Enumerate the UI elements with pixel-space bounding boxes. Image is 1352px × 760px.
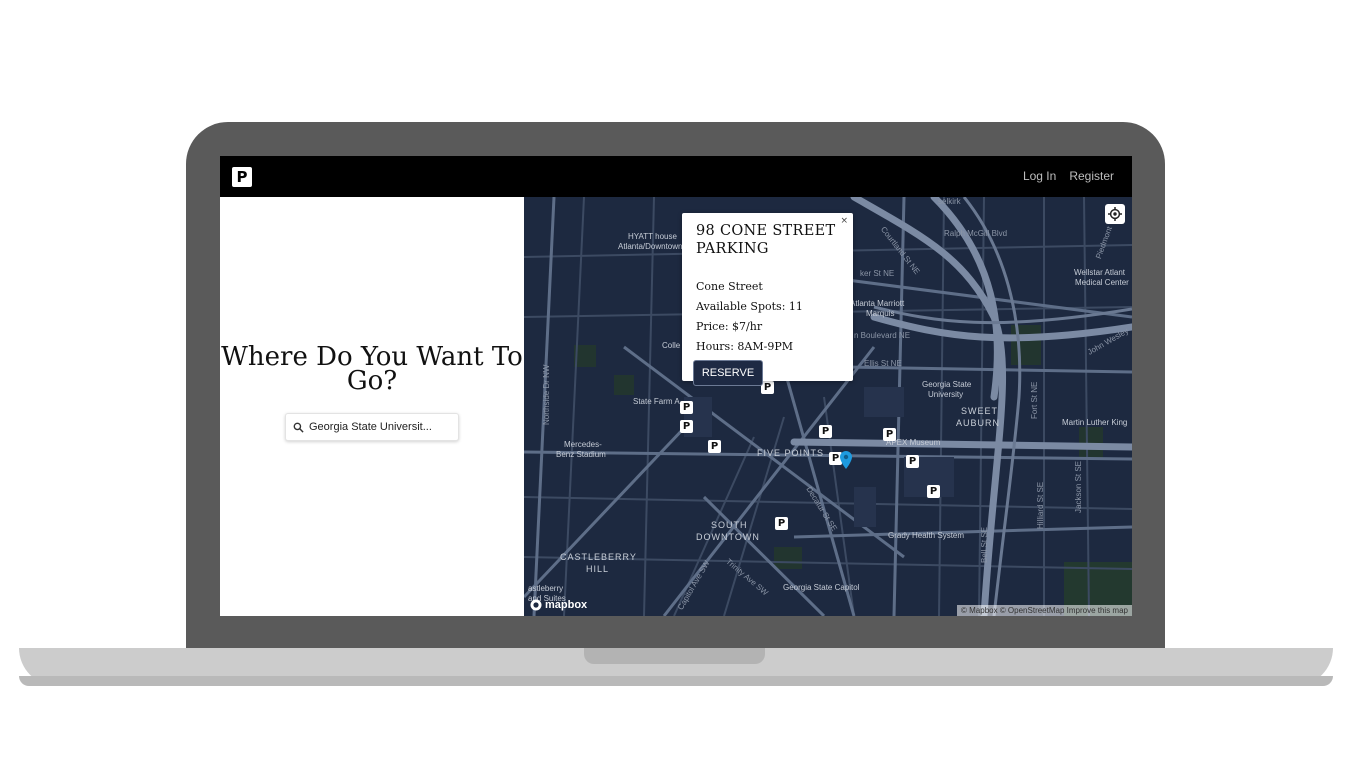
- label-downtown: DOWNTOWN: [696, 532, 760, 542]
- parking-marker[interactable]: P: [775, 517, 788, 530]
- label-sweet: SWEET: [961, 406, 999, 416]
- label-auburn: AUBURN: [956, 418, 1001, 428]
- popup-title: 98 CONE STREET PARKING: [696, 223, 836, 257]
- road-jackson: Jackson St SE: [1074, 460, 1083, 513]
- label-five-points: FIVE POINTS: [757, 448, 825, 458]
- search-panel: Where Do You Want To Go?: [220, 197, 524, 616]
- popup-street: Cone Street: [696, 280, 763, 293]
- label-state-farm: State Farm A: [633, 397, 680, 406]
- crosshair-icon: [1108, 207, 1122, 221]
- parking-marker[interactable]: P: [680, 420, 693, 433]
- mapbox-logo-text: mapbox: [545, 599, 588, 611]
- road-ralph-mcgill: Ralph McGill Blvd: [944, 229, 1008, 238]
- nav-links: Log In Register: [1023, 169, 1114, 183]
- label-colle: Colle: [662, 341, 681, 350]
- label-castleberry: CASTLEBERRY: [560, 552, 637, 562]
- popup-price: Price: $7/hr: [696, 320, 763, 333]
- parking-marker[interactable]: P: [927, 485, 940, 498]
- search-icon: [293, 422, 304, 433]
- label-mlk: Martin Luther King: [1062, 418, 1128, 427]
- label-capitol: Georgia State Capitol: [783, 583, 860, 592]
- label-mercedes: Mercedes-: [564, 440, 602, 449]
- label-gsu-2: University: [928, 390, 964, 399]
- label-wellstar-2: Medical Center: [1075, 278, 1129, 287]
- road-fort: Fort St NE: [1030, 381, 1039, 419]
- label-wellstar: Wellstar Atlant: [1074, 268, 1125, 277]
- popup-available-spots: Available Spots: 11: [696, 300, 803, 313]
- search-input[interactable]: [309, 421, 449, 433]
- navbar: P Log In Register: [220, 156, 1132, 197]
- parking-marker[interactable]: P: [819, 425, 832, 438]
- road-northside: Northside Dr NW: [542, 364, 551, 425]
- login-link[interactable]: Log In: [1023, 169, 1056, 183]
- parking-marker[interactable]: P: [906, 455, 919, 468]
- label-south: SOUTH: [711, 520, 748, 530]
- road-hilliard: Hilliard St SE: [1036, 481, 1045, 529]
- laptop-notch: [584, 648, 765, 664]
- map-view[interactable]: FIVE POINTS SWEET AUBURN SOUTH DOWNTOWN …: [524, 197, 1132, 616]
- reserve-button[interactable]: RESERVE: [693, 360, 763, 386]
- parking-marker[interactable]: P: [883, 428, 896, 441]
- road-selkirk: selkirk: [938, 197, 961, 206]
- label-hyatt: HYATT house: [628, 232, 677, 241]
- parking-popup: × 98 CONE STREET PARKING Cone Street Ava…: [682, 213, 853, 386]
- road-ellis: Ellis St NE: [864, 359, 902, 368]
- label-gsu: Georgia State: [922, 380, 972, 389]
- road-bell: Bell St SE: [980, 526, 989, 563]
- app-logo[interactable]: P: [232, 167, 252, 187]
- mapbox-icon: [530, 599, 542, 611]
- page-title: Where Do You Want To Go?: [221, 342, 523, 396]
- map-attribution[interactable]: © Mapbox © OpenStreetMap Improve this ma…: [957, 605, 1132, 616]
- label-marriott: Atlanta Marriott: [850, 299, 905, 308]
- label-grady: Grady Health System: [888, 531, 965, 540]
- label-castleberry-suites: astleberry: [528, 584, 564, 593]
- label-mercedes-2: Benz Stadium: [556, 450, 606, 459]
- parking-marker[interactable]: P: [708, 440, 721, 453]
- search-box[interactable]: [285, 413, 459, 441]
- geolocate-button[interactable]: [1105, 204, 1125, 224]
- register-link[interactable]: Register: [1069, 169, 1114, 183]
- popup-hours: Hours: 8AM-9PM: [696, 340, 793, 353]
- parking-marker[interactable]: P: [680, 401, 693, 414]
- laptop-screen: P Log In Register Where Do You Want To G…: [220, 156, 1132, 616]
- map-pin-icon[interactable]: [840, 451, 852, 469]
- label-hyatt-2: Atlanta/Downtown: [618, 242, 683, 251]
- label-hill: HILL: [586, 564, 610, 574]
- road-boulevard: n Boulevard NE: [854, 331, 911, 340]
- road-baker: ker St NE: [860, 269, 895, 278]
- mapbox-logo[interactable]: mapbox: [530, 599, 587, 611]
- label-marriott-2: Marquis: [866, 309, 895, 318]
